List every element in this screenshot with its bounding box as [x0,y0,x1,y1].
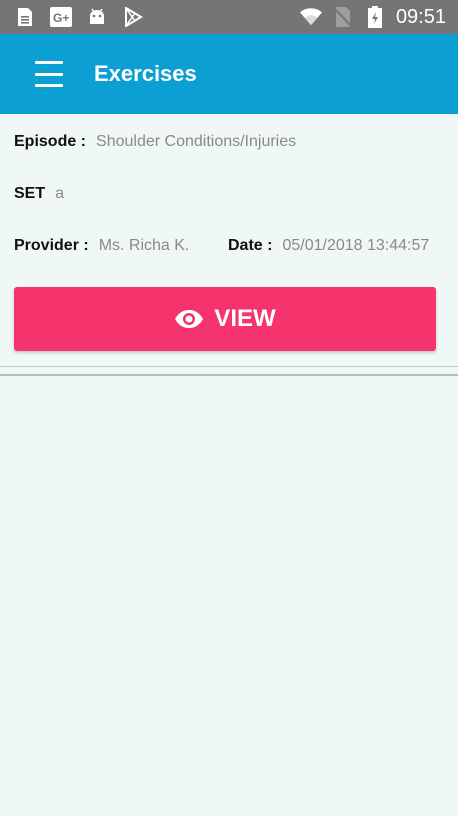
date-row: Date : 05/01/2018 13:44:57 [228,237,429,255]
divider [0,366,458,367]
date-value: 05/01/2018 13:44:57 [282,237,430,254]
page-title: Exercises [94,61,197,86]
episode-value: Shoulder Conditions/Injuries [96,133,297,150]
date-label: Date : [228,237,273,254]
provider-row: Provider : Ms. Richa K. [14,237,189,255]
set-row: SET a [14,185,64,203]
set-value: a [55,185,65,202]
system-icons: 09:51 [299,5,446,29]
google-plus-icon: G+ [50,6,72,28]
divider [0,374,458,376]
provider-value: Ms. Richa K. [98,237,190,254]
set-label: SET [14,185,46,202]
app-bar: Exercises [0,34,458,114]
provider-label: Provider : [14,237,89,254]
view-button[interactable]: VIEW [14,287,436,351]
wifi-icon [299,6,322,28]
clock: 09:51 [395,5,446,28]
status-bar: G+ 09:51 [0,0,458,34]
notification-icons: G+ [14,6,144,28]
eye-icon [174,308,204,330]
hamburger-menu-icon[interactable] [35,59,71,89]
episode-label: Episode : [14,133,87,150]
view-button-label: VIEW [214,305,276,332]
sd-card-icon [14,6,36,28]
no-sim-icon [332,6,354,28]
svg-text:G+: G+ [53,11,69,25]
play-store-icon [122,6,144,28]
battery-icon [364,6,386,28]
episode-row: Episode : Shoulder Conditions/Injuries [14,133,296,151]
android-icon [86,6,108,28]
